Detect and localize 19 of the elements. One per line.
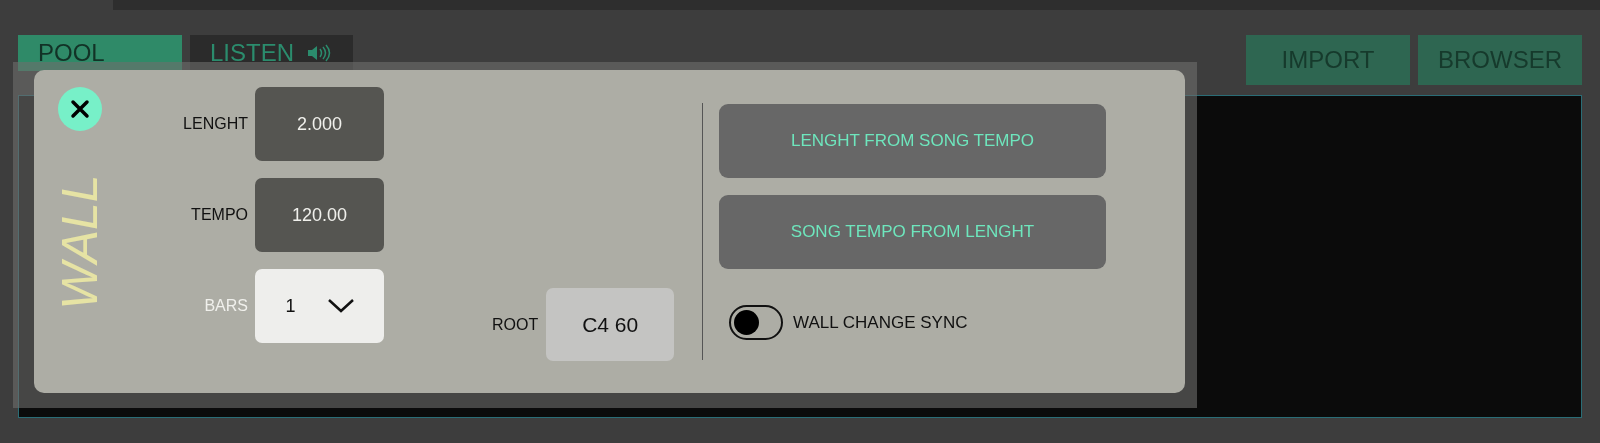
close-icon (70, 99, 90, 119)
field-label: TEMPO (191, 205, 248, 225)
root-label: ROOT (492, 314, 539, 335)
action-button[interactable]: SONG TEMPO FROM LENGHT (719, 195, 1106, 269)
action-button[interactable]: LENGHT FROM SONG TEMPO (719, 104, 1106, 178)
value-field[interactable]: 2.000 (255, 87, 384, 161)
tab[interactable]: POOL (18, 35, 182, 71)
tab[interactable]: LISTEN (190, 35, 353, 71)
field-label: BARS (204, 296, 248, 316)
toggle-label: WALL CHANGE SYNC (793, 311, 968, 334)
close-button[interactable] (58, 87, 102, 131)
chevron-down-icon (327, 299, 354, 313)
speaker-icon (306, 43, 333, 63)
value-field[interactable]: 120.00 (255, 178, 384, 252)
field-label: LENGHT (183, 114, 248, 134)
toggle-switch[interactable] (729, 305, 783, 340)
bars-dropdown[interactable]: 1 (255, 269, 384, 343)
root-field[interactable]: C4 60 (546, 288, 675, 361)
dialog-title: WALL (55, 173, 105, 310)
